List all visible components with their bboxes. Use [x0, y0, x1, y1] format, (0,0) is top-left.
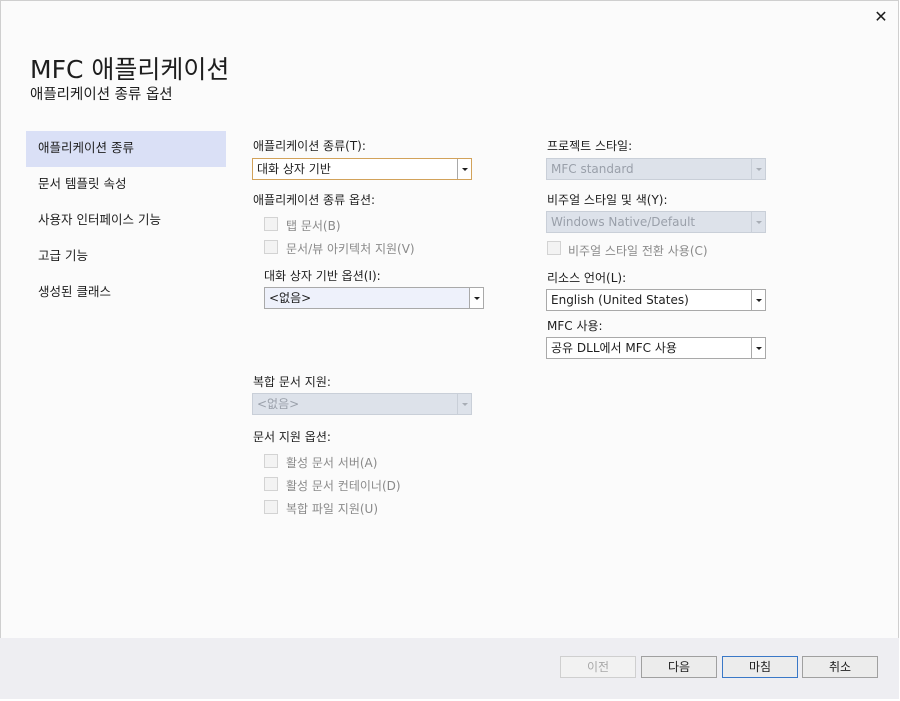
chevron-down-icon[interactable]: [457, 159, 471, 179]
sidebar-item-doc-template[interactable]: 문서 템플릿 속성: [26, 167, 226, 203]
compound-doc-select[interactable]: <없음>: [252, 393, 472, 415]
chevron-down-icon[interactable]: [751, 338, 765, 358]
compound-file-support-label: 복합 파일 지원(U): [286, 502, 379, 516]
chevron-down-icon: [457, 394, 471, 414]
compound-file-support-checkbox[interactable]: [264, 500, 278, 514]
tabbed-docs-checkbox[interactable]: [264, 217, 278, 231]
resource-lang-value: English (United States): [551, 293, 689, 307]
app-type-label: 애플리케이션 종류(T):: [253, 139, 366, 153]
resource-lang-label: 리소스 언어(L):: [547, 271, 627, 285]
doc-view-arch-label: 문서/뷰 아키텍처 지원(V): [286, 242, 415, 256]
close-icon[interactable]: ✕: [872, 8, 890, 26]
visual-style-value: Windows Native/Default: [551, 215, 696, 229]
chevron-down-icon: [751, 159, 765, 179]
mfc-use-label: MFC 사용:: [547, 319, 603, 333]
project-style-label: 프로젝트 스타일:: [547, 139, 633, 153]
tabbed-docs-label: 탭 문서(B): [286, 219, 341, 233]
previous-button[interactable]: 이전: [560, 656, 636, 678]
page-subtitle: 애플리케이션 종류 옵션: [30, 87, 173, 103]
project-style-value: MFC standard: [551, 162, 634, 176]
project-style-select[interactable]: MFC standard: [546, 158, 766, 180]
sidebar-item-generated-classes[interactable]: 생성된 클래스: [26, 275, 226, 311]
active-doc-container-label: 활성 문서 컨테이너(D): [286, 479, 401, 493]
mfc-use-value: 공유 DLL에서 MFC 사용: [551, 341, 677, 355]
chevron-down-icon: [751, 212, 765, 232]
chevron-down-icon[interactable]: [469, 288, 483, 308]
app-type-select[interactable]: 대화 상자 기반: [252, 158, 472, 180]
sidebar-item-advanced[interactable]: 고급 기능: [26, 239, 226, 275]
active-doc-server-label: 활성 문서 서버(A): [286, 456, 378, 470]
chevron-down-icon[interactable]: [751, 290, 765, 310]
dialog-options-label: 대화 상자 기반 옵션(I):: [264, 269, 381, 283]
doc-view-arch-checkbox[interactable]: [264, 240, 278, 254]
finish-button[interactable]: 마침: [722, 656, 798, 678]
visual-style-switch-checkbox[interactable]: [547, 241, 561, 255]
page-title: MFC 애플리케이션: [30, 55, 230, 84]
resource-lang-select[interactable]: English (United States): [546, 289, 766, 311]
active-doc-server-checkbox[interactable]: [264, 454, 278, 468]
visual-style-label: 비주얼 스타일 및 색(Y):: [547, 193, 668, 207]
compound-doc-value: <없음>: [257, 397, 300, 411]
mfc-use-select[interactable]: 공유 DLL에서 MFC 사용: [546, 337, 766, 359]
compound-doc-label: 복합 문서 지원:: [253, 375, 331, 389]
dialog-options-select[interactable]: <없음>: [264, 287, 484, 309]
app-type-options-label: 애플리케이션 종류 옵션:: [253, 193, 376, 207]
dialog-options-value: <없음>: [269, 291, 312, 305]
sidebar-item-app-type[interactable]: 애플리케이션 종류: [26, 131, 226, 167]
visual-style-switch-label: 비주얼 스타일 전환 사용(C): [568, 244, 708, 258]
active-doc-container-checkbox[interactable]: [264, 477, 278, 491]
doc-support-options-label: 문서 지원 옵션:: [253, 430, 331, 444]
app-type-value: 대화 상자 기반: [257, 162, 331, 176]
visual-style-select[interactable]: Windows Native/Default: [546, 211, 766, 233]
sidebar-item-ui-features[interactable]: 사용자 인터페이스 기능: [26, 203, 226, 239]
next-button[interactable]: 다음: [641, 656, 717, 678]
cancel-button[interactable]: 취소: [802, 656, 878, 678]
